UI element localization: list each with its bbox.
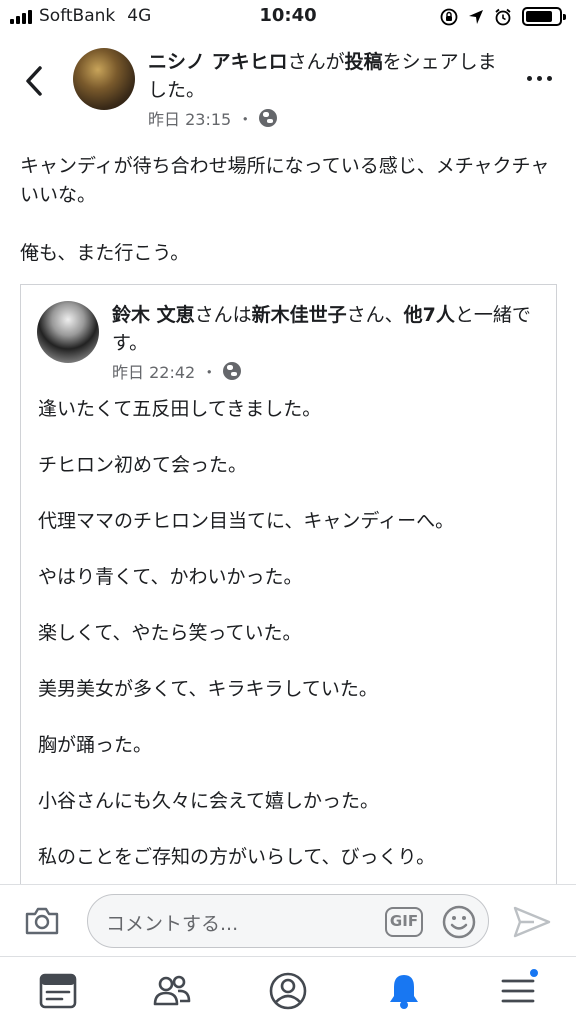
news-feed-icon[interactable]	[38, 971, 78, 1011]
more-options-icon[interactable]	[527, 76, 552, 81]
shared-line: 小谷さんにも久々に会えて嬉しかった。	[38, 790, 380, 812]
status-right	[440, 7, 566, 26]
location-arrow-icon	[469, 9, 483, 24]
tagged-person-link[interactable]: 新木佳世子	[252, 304, 347, 326]
comment-bar: コメントする... GIF	[0, 884, 576, 956]
notifications-tab[interactable]	[384, 971, 424, 1011]
tagged-others-link[interactable]: 他7人	[404, 304, 455, 326]
comment-placeholder: コメントする...	[106, 913, 239, 935]
shared-author-avatar[interactable]	[37, 301, 99, 363]
shared-line: やはり青くて、かわいかった。	[38, 566, 303, 588]
post-meta: 昨日 23:15 ・	[148, 106, 278, 130]
post-headline: ニシノ アキヒロさんが投稿をシェアしました。	[148, 51, 497, 101]
shared-meta: 昨日 22:42 ・	[112, 359, 242, 383]
friends-icon[interactable]	[152, 971, 192, 1011]
author-avatar[interactable]	[73, 48, 135, 110]
post-paragraph: 俺も、また行こう。	[20, 242, 190, 264]
emoji-icon[interactable]	[441, 904, 477, 940]
shared-line: 代理ママのチヒロン目当てに、キャンディーへ。	[38, 510, 455, 532]
shared-timestamp[interactable]: 昨日 22:42	[112, 359, 195, 383]
post-timestamp[interactable]: 昨日 23:15	[148, 106, 231, 130]
shared-author-name[interactable]: 鈴木 文恵	[112, 304, 195, 326]
comment-input[interactable]: コメントする... GIF	[87, 894, 489, 948]
shared-headline: 鈴木 文恵さんは新木佳世子さん、他7人と一緒です。	[112, 304, 531, 354]
globe-icon	[223, 362, 242, 380]
shared-post-link[interactable]: 投稿	[345, 51, 383, 73]
post-paragraph: キャンディが待ち合わせ場所になっている感じ、メチャクチャいいな。	[20, 155, 550, 206]
battery-icon	[522, 7, 566, 26]
menu-tab[interactable]	[498, 967, 540, 1011]
post-body: キャンディが待ち合わせ場所になっている感じ、メチャクチャいいな。 俺も、また行こ…	[20, 152, 560, 268]
shared-post-card[interactable]: 鈴木 文恵さんは新木佳世子さん、他7人と一緒です。 昨日 22:42 ・ 逢いた…	[20, 284, 557, 904]
shared-line: 美男美女が多くて、キラキラしていた。	[38, 678, 378, 700]
alarm-icon	[495, 8, 511, 25]
notifications-icon	[390, 975, 418, 1009]
back-chevron-icon[interactable]	[20, 64, 50, 98]
orientation-lock-icon	[440, 8, 458, 25]
profile-icon[interactable]	[268, 971, 308, 1011]
shared-line: 逢いたくて五反田してきました。	[38, 398, 322, 420]
post-header: ニシノ アキヒロさんが投稿をシェアしました。 昨日 23:15 ・	[0, 40, 576, 130]
shared-line: 胸が踊った。	[38, 734, 153, 756]
author-name[interactable]: ニシノ アキヒロ	[148, 51, 288, 73]
status-bar: SoftBank 4G 10:40	[0, 0, 576, 34]
camera-icon[interactable]	[24, 906, 60, 936]
notification-dot	[528, 967, 540, 979]
shared-line: チヒロン初めて会った。	[38, 454, 248, 476]
send-icon[interactable]	[512, 905, 552, 939]
globe-icon	[259, 109, 278, 127]
gif-button[interactable]: GIF	[385, 907, 423, 937]
shared-line: 楽しくて、やたら笑っていた。	[38, 622, 302, 644]
bottom-tab-bar	[0, 956, 576, 1024]
shared-body: 逢いたくて五反田してきました。 チヒロン初めて会った。 代理ママのチヒロン目当て…	[38, 395, 548, 899]
